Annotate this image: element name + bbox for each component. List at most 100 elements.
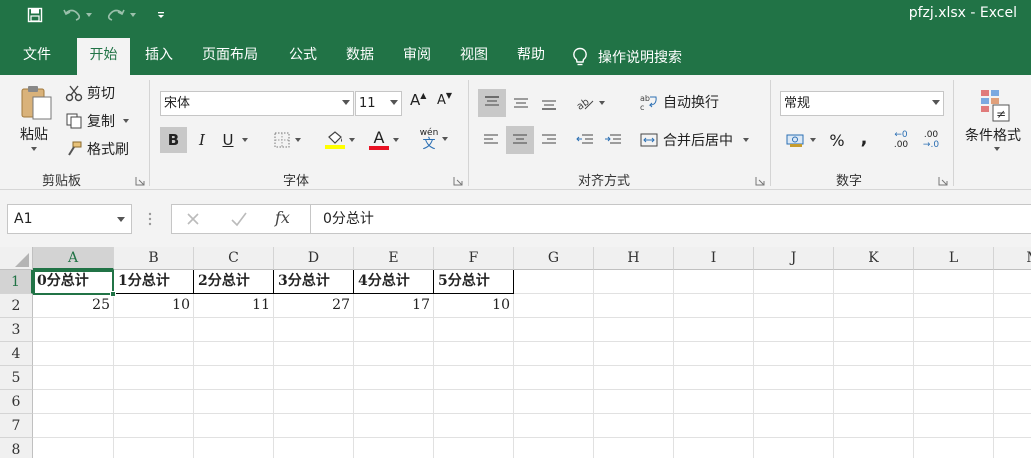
cell-i4[interactable]: [674, 342, 754, 366]
align-middle-button[interactable]: [508, 89, 534, 117]
column-header-e[interactable]: E: [354, 247, 434, 270]
cell-j6[interactable]: [754, 390, 834, 414]
cell-m3[interactable]: [994, 318, 1031, 342]
cell-i6[interactable]: [674, 390, 754, 414]
row-header-5[interactable]: 5: [0, 366, 33, 390]
cancel-icon[interactable]: [185, 211, 201, 231]
cell-b5[interactable]: [114, 366, 194, 390]
cell-m8[interactable]: [994, 438, 1031, 458]
insert-function-button[interactable]: fx: [275, 208, 290, 227]
cell-l7[interactable]: [914, 414, 994, 438]
cell-j8[interactable]: [754, 438, 834, 458]
cell-m1[interactable]: [994, 270, 1031, 294]
font-color-button[interactable]: A: [364, 127, 404, 153]
cell-i7[interactable]: [674, 414, 754, 438]
cell-e2[interactable]: 17: [354, 294, 434, 318]
wrap-text-button[interactable]: ab c 自动换行: [640, 92, 719, 112]
conditional-formatting-icon[interactable]: ≠: [975, 85, 1015, 125]
column-header-a[interactable]: A: [33, 247, 114, 270]
cell-a8[interactable]: [33, 438, 114, 458]
comma-style-button[interactable]: ,: [854, 125, 874, 151]
cell-f3[interactable]: [434, 318, 514, 342]
cell-d6[interactable]: [274, 390, 354, 414]
cell-k6[interactable]: [834, 390, 914, 414]
shrink-font-button[interactable]: A ▼: [437, 91, 452, 108]
cell-l6[interactable]: [914, 390, 994, 414]
borders-button[interactable]: [268, 127, 306, 153]
cell-c4[interactable]: [194, 342, 274, 366]
cell-m5[interactable]: [994, 366, 1031, 390]
cell-a7[interactable]: [33, 414, 114, 438]
font-size-select[interactable]: 11: [355, 91, 402, 116]
cell-c2[interactable]: 11: [194, 294, 274, 318]
cell-l2[interactable]: [914, 294, 994, 318]
italic-button[interactable]: I: [191, 127, 213, 153]
cell-h8[interactable]: [594, 438, 674, 458]
align-bottom-button[interactable]: [536, 89, 562, 117]
accounting-format-button[interactable]: [781, 127, 821, 153]
column-header-d[interactable]: D: [274, 247, 354, 270]
copy-button[interactable]: 复制: [65, 111, 129, 131]
cell-b6[interactable]: [114, 390, 194, 414]
cell-j5[interactable]: [754, 366, 834, 390]
tab-page-layout[interactable]: 页面布局: [192, 38, 268, 75]
undo-icon[interactable]: [60, 4, 94, 26]
cell-e7[interactable]: [354, 414, 434, 438]
cell-h2[interactable]: [594, 294, 674, 318]
cell-g1[interactable]: [514, 270, 594, 294]
cell-b8[interactable]: [114, 438, 194, 458]
cell-f7[interactable]: [434, 414, 514, 438]
cell-g3[interactable]: [514, 318, 594, 342]
cell-a6[interactable]: [33, 390, 114, 414]
cell-j4[interactable]: [754, 342, 834, 366]
cell-i1[interactable]: [674, 270, 754, 294]
tab-file[interactable]: 文件: [13, 38, 61, 75]
cell-m6[interactable]: [994, 390, 1031, 414]
resize-handle-icon[interactable]: [148, 210, 152, 228]
enter-icon[interactable]: [230, 211, 248, 231]
column-header-l[interactable]: L: [914, 247, 994, 270]
cell-m7[interactable]: [994, 414, 1031, 438]
cell-e6[interactable]: [354, 390, 434, 414]
cell-f5[interactable]: [434, 366, 514, 390]
cell-c8[interactable]: [194, 438, 274, 458]
cell-m2[interactable]: [994, 294, 1031, 318]
cut-button[interactable]: 剪切: [65, 83, 115, 103]
fill-handle[interactable]: [110, 291, 116, 297]
cell-g2[interactable]: [514, 294, 594, 318]
cell-d5[interactable]: [274, 366, 354, 390]
clipboard-launcher-icon[interactable]: [135, 175, 145, 186]
cell-h5[interactable]: [594, 366, 674, 390]
tab-insert[interactable]: 插入: [135, 38, 183, 75]
row-header-8[interactable]: 8: [0, 438, 33, 458]
cell-d2[interactable]: 27: [274, 294, 354, 318]
cell-b2[interactable]: 10: [114, 294, 194, 318]
column-header-h[interactable]: H: [594, 247, 674, 270]
align-top-button[interactable]: [478, 89, 506, 117]
formula-input[interactable]: 0分总计: [310, 204, 1031, 234]
cell-a2[interactable]: 25: [33, 294, 114, 318]
fill-color-button[interactable]: [320, 127, 360, 153]
cell-f2[interactable]: 10: [434, 294, 514, 318]
align-center-button[interactable]: [506, 126, 534, 154]
cell-l8[interactable]: [914, 438, 994, 458]
cell-m4[interactable]: [994, 342, 1031, 366]
tab-view[interactable]: 视图: [450, 38, 498, 75]
column-header-c[interactable]: C: [194, 247, 274, 270]
column-header-i[interactable]: I: [674, 247, 754, 270]
tell-me-search[interactable]: 操作说明搜索: [572, 38, 682, 75]
row-header-6[interactable]: 6: [0, 390, 33, 414]
align-left-button[interactable]: [478, 126, 504, 154]
tab-home[interactable]: 开始: [77, 38, 130, 75]
format-painter-button[interactable]: 格式刷: [65, 139, 129, 159]
cell-d4[interactable]: [274, 342, 354, 366]
customize-qat-icon[interactable]: [152, 4, 170, 26]
tab-data[interactable]: 数据: [336, 38, 384, 75]
cell-e1[interactable]: 4分总计: [354, 270, 434, 294]
cell-j3[interactable]: [754, 318, 834, 342]
phonetic-guide-button[interactable]: wén 文: [414, 125, 454, 153]
cell-k1[interactable]: [834, 270, 914, 294]
cell-a5[interactable]: [33, 366, 114, 390]
row-header-7[interactable]: 7: [0, 414, 33, 438]
column-header-b[interactable]: B: [114, 247, 194, 270]
